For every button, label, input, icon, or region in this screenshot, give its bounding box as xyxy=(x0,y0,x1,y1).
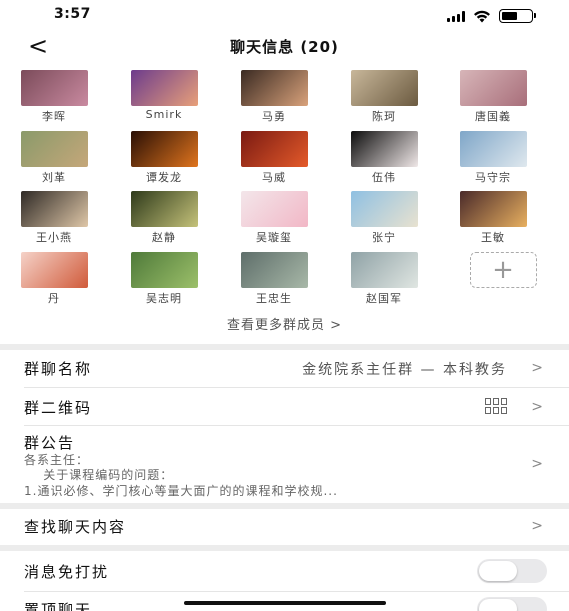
group-name-row[interactable]: 群聊名称 金统院系主任群 — 本科教务 > xyxy=(0,356,569,384)
member-name: 张宁 xyxy=(372,231,396,244)
member-item[interactable]: 马威 xyxy=(229,131,319,185)
member-name: 吴璇玺 xyxy=(256,231,292,244)
section-divider xyxy=(0,545,569,551)
member-item[interactable]: 马守宗 xyxy=(448,131,538,185)
plus-icon[interactable]: + xyxy=(469,252,537,288)
do-not-disturb-label: 消息免打扰 xyxy=(24,563,110,581)
chevron-right-icon: > xyxy=(531,399,543,415)
page-title: 聊天信息 (20) xyxy=(230,38,339,56)
member-avatar xyxy=(350,252,418,288)
member-item[interactable]: 王忠生 xyxy=(229,252,319,306)
member-name: 李晖 xyxy=(42,110,66,123)
member-avatar xyxy=(20,131,88,167)
member-item[interactable]: Smirk xyxy=(119,70,209,121)
member-avatar xyxy=(350,70,418,106)
member-name: 马勇 xyxy=(262,110,286,123)
pin-chat-label: 置顶聊天 xyxy=(24,601,93,611)
member-item[interactable]: 伍伟 xyxy=(339,131,429,185)
member-item[interactable]: 吴璇玺 xyxy=(229,191,319,245)
member-item[interactable]: 唐国義 xyxy=(448,70,538,124)
member-name: 吴志明 xyxy=(146,292,182,305)
member-item[interactable]: 李晖 xyxy=(9,70,99,124)
member-name: 唐国義 xyxy=(475,110,511,123)
member-avatar xyxy=(20,70,88,106)
member-item[interactable]: 陈珂 xyxy=(339,70,429,124)
member-name: 丹 xyxy=(48,292,60,305)
cellular-signal-icon xyxy=(447,10,465,22)
battery-icon xyxy=(499,9,536,23)
member-name: 赵静 xyxy=(152,231,176,244)
group-qr-code-row[interactable]: 群二维码 > xyxy=(0,396,569,422)
status-time: 3:57 xyxy=(54,6,91,22)
section-divider xyxy=(0,344,569,350)
member-name: 马守宗 xyxy=(475,171,511,184)
member-avatar xyxy=(350,191,418,227)
member-item[interactable]: 赵国军 xyxy=(339,252,429,306)
member-avatar xyxy=(240,131,308,167)
group-name-label: 群聊名称 xyxy=(24,360,93,378)
member-avatar xyxy=(130,70,198,106)
row-divider xyxy=(24,425,569,426)
member-avatar xyxy=(130,131,198,167)
row-divider xyxy=(24,591,569,592)
member-name: 王小燕 xyxy=(36,231,72,244)
member-item[interactable]: 赵静 xyxy=(119,191,209,245)
toggle-knob xyxy=(479,561,517,581)
pin-chat-toggle[interactable] xyxy=(477,597,547,611)
nav-bar: < 聊天信息 (20) xyxy=(0,30,569,62)
member-name: 刘革 xyxy=(42,171,66,184)
member-item[interactable]: 丹 xyxy=(9,252,99,306)
member-name: 王忠生 xyxy=(256,292,292,305)
member-name: 陈珂 xyxy=(372,110,396,123)
group-notice-line: 关于课程编码的问题： xyxy=(24,468,174,482)
chevron-right-icon: > xyxy=(531,518,543,534)
member-avatar xyxy=(240,70,308,106)
group-notice-row[interactable]: 群公告 各系主任： 关于课程编码的问题： 1.通识必修、学门核心等量大面广的的课… xyxy=(0,430,569,498)
status-icons xyxy=(447,9,536,23)
qr-code-icon xyxy=(485,398,507,414)
member-item[interactable]: 马勇 xyxy=(229,70,319,124)
member-item[interactable]: 吴志明 xyxy=(119,252,209,306)
section-divider xyxy=(0,503,569,509)
chevron-right-icon: > xyxy=(531,360,543,376)
do-not-disturb-row: 消息免打扰 xyxy=(0,557,569,585)
member-name: 谭发龙 xyxy=(146,171,182,184)
member-name: Smirk xyxy=(145,108,183,121)
member-avatar xyxy=(130,191,198,227)
member-item[interactable]: 刘革 xyxy=(9,131,99,185)
toggle-knob xyxy=(479,599,517,611)
add-member-button[interactable]: + xyxy=(458,252,548,288)
group-notice-line: 1.通识必修、学门核心等量大面广的的课程和学校规... xyxy=(24,484,338,498)
group-name-value: 金统院系主任群 — 本科教务 xyxy=(302,362,507,378)
search-chat-content-label: 查找聊天内容 xyxy=(24,518,127,536)
member-avatar xyxy=(240,252,308,288)
member-name: 赵国军 xyxy=(366,292,402,305)
member-avatar xyxy=(459,131,527,167)
group-qr-code-label: 群二维码 xyxy=(24,399,93,417)
wifi-icon xyxy=(474,10,490,22)
member-item[interactable]: 王小燕 xyxy=(9,191,99,245)
chevron-right-icon: > xyxy=(531,456,543,472)
home-indicator xyxy=(184,601,386,605)
search-chat-content-row[interactable]: 查找聊天内容 > xyxy=(0,513,569,541)
member-name: 马威 xyxy=(262,171,286,184)
member-item[interactable]: 谭发龙 xyxy=(119,131,209,185)
member-avatar xyxy=(459,191,527,227)
member-name: 王敏 xyxy=(481,231,505,244)
member-item[interactable]: 王敏 xyxy=(448,191,538,245)
member-avatar xyxy=(20,191,88,227)
member-avatar xyxy=(350,131,418,167)
member-avatar xyxy=(459,70,527,106)
group-notice-label: 群公告 xyxy=(24,434,76,452)
view-more-members-link[interactable]: 查看更多群成员 > xyxy=(0,314,569,333)
member-avatar xyxy=(130,252,198,288)
row-divider xyxy=(24,387,569,388)
member-item[interactable]: 张宁 xyxy=(339,191,429,245)
member-avatar xyxy=(240,191,308,227)
status-bar: 3:57 xyxy=(0,0,569,32)
member-avatar xyxy=(20,252,88,288)
member-name: 伍伟 xyxy=(372,171,396,184)
do-not-disturb-toggle[interactable] xyxy=(477,559,547,583)
